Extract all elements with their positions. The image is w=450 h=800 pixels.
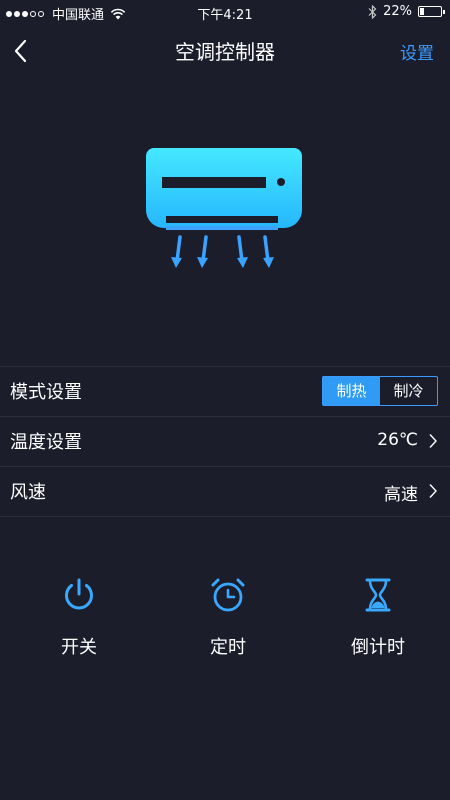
- fan-speed-row[interactable]: 风速 高速: [0, 466, 450, 517]
- chevron-right-icon: [429, 484, 437, 498]
- status-bar: 中国联通 下午4:21 22%: [0, 0, 450, 24]
- power-label: 开关: [61, 637, 97, 658]
- timer-label: 定时: [210, 637, 246, 658]
- app-screen: 中国联通 下午4:21 22% 空调控制器 设置 模式设置 制热 制冷 温度设置…: [0, 0, 450, 800]
- mode-segmented-control: 制热 制冷: [322, 376, 438, 406]
- settings-list: 模式设置 制热 制冷 温度设置 26℃ 风速 高速: [0, 366, 450, 517]
- battery-percentage: 22%: [383, 4, 412, 19]
- timer-button[interactable]: 定时: [168, 575, 288, 659]
- air-conditioner-icon: [146, 148, 302, 268]
- hourglass-icon: [365, 578, 391, 612]
- temperature-value: 26℃: [377, 430, 418, 450]
- mode-setting-row: 模式设置 制热 制冷: [0, 366, 450, 416]
- battery-icon: [418, 6, 445, 17]
- power-icon: [65, 578, 93, 610]
- countdown-label: 倒计时: [351, 637, 405, 658]
- power-button[interactable]: 开关: [19, 575, 139, 659]
- mode-setting-label: 模式设置: [10, 382, 82, 403]
- countdown-button[interactable]: 倒计时: [318, 575, 438, 659]
- status-right: 22%: [368, 4, 445, 19]
- alarm-clock-icon: [211, 578, 245, 612]
- chevron-right-icon: [429, 434, 437, 448]
- bluetooth-icon: [368, 4, 377, 19]
- mode-option-cool[interactable]: 制冷: [380, 377, 437, 405]
- fan-speed-label: 风速: [10, 482, 46, 503]
- settings-link[interactable]: 设置: [400, 39, 434, 64]
- temperature-setting-row[interactable]: 温度设置 26℃: [0, 416, 450, 466]
- temperature-setting-label: 温度设置: [10, 432, 82, 453]
- fan-speed-value: 高速: [384, 485, 418, 505]
- action-bar: 开关 定时 倒计时: [0, 575, 450, 665]
- mode-option-heat[interactable]: 制热: [323, 377, 380, 405]
- battery-level-fill: [420, 8, 424, 15]
- page-title: 空调控制器: [175, 40, 275, 64]
- nav-bar: 空调控制器 设置: [0, 24, 450, 78]
